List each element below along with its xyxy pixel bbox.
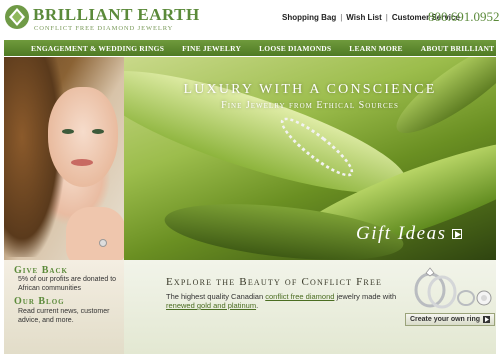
- renewed-gold-platinum-link[interactable]: renewed gold and platinum: [166, 301, 256, 310]
- hero-title: LUXURY WITH A CONSCIENCE: [183, 82, 437, 97]
- our-blog-heading[interactable]: Our Blog: [14, 296, 65, 307]
- explore-text: The highest quality Canadian conflict fr…: [166, 292, 411, 310]
- portrait-hand: [66, 207, 124, 260]
- conflict-free-diamond-link[interactable]: conflict free diamond: [265, 292, 334, 301]
- explore-text-part: .: [256, 301, 259, 310]
- give-back-text: 5% of our profits are donated to African…: [18, 276, 117, 292]
- play-arrow-icon: [483, 316, 490, 323]
- explore-text-part: The highest quality Canadian: [166, 292, 266, 301]
- nav-item-about-brilliant-earth[interactable]: ABOUT BRILLIANT EARTH: [412, 44, 500, 53]
- diamond-logo-icon[interactable]: [4, 4, 30, 30]
- our-blog-text: Read current news, customer advice, and …: [18, 308, 110, 324]
- main-nav: ENGAGEMENT & WEDDING RINGS FINE JEWELRY …: [4, 40, 500, 56]
- rings-icon: [414, 267, 492, 309]
- portrait-ring: [99, 239, 107, 247]
- link-separator: |: [340, 13, 343, 22]
- hero-banner[interactable]: LUXURY WITH A CONSCIENCE Fine Jewelry fr…: [124, 57, 496, 260]
- explore-text-part: jewelry made with: [334, 292, 397, 301]
- gift-ideas-label: Gift Ideas: [356, 223, 447, 244]
- explore-heading: Explore the Beauty of Conflict Free: [166, 276, 383, 288]
- logo-tagline: CONFLICT FREE DIAMOND JEWELRY: [34, 25, 174, 32]
- link-separator: |: [385, 13, 388, 22]
- portrait-lips: [71, 159, 93, 166]
- nav-item-learn-more[interactable]: LEARN MORE: [340, 44, 411, 53]
- hero-subtitle: Fine Jewelry from Ethical Sources: [221, 100, 399, 111]
- wish-list-link[interactable]: Wish List: [346, 13, 381, 22]
- nav-item-loose-diamonds[interactable]: LOOSE DIAMONDS: [250, 44, 340, 53]
- gift-ideas-link[interactable]: Gift Ideas: [356, 223, 463, 245]
- model-portrait-image: [4, 57, 124, 260]
- nav-item-engagement-wedding-rings[interactable]: ENGAGEMENT & WEDDING RINGS: [4, 44, 173, 53]
- create-ring-label: Create your own ring: [409, 316, 480, 323]
- site-header: BRILLIANT EARTH CONFLICT FREE DIAMOND JE…: [0, 0, 500, 40]
- phone-number: 800.691.0952: [428, 9, 500, 24]
- nav-item-fine-jewelry[interactable]: FINE JEWELRY: [173, 44, 250, 53]
- create-your-own-ring-button[interactable]: Create your own ring: [405, 313, 495, 326]
- portrait-eye: [62, 129, 74, 134]
- portrait-face: [48, 87, 118, 187]
- play-arrow-icon: [452, 229, 463, 239]
- give-back-heading[interactable]: Give Back: [14, 265, 68, 276]
- portrait-eye: [92, 129, 104, 134]
- logo-name[interactable]: BRILLIANT EARTH: [33, 5, 200, 25]
- shopping-bag-link[interactable]: Shopping Bag: [282, 13, 336, 22]
